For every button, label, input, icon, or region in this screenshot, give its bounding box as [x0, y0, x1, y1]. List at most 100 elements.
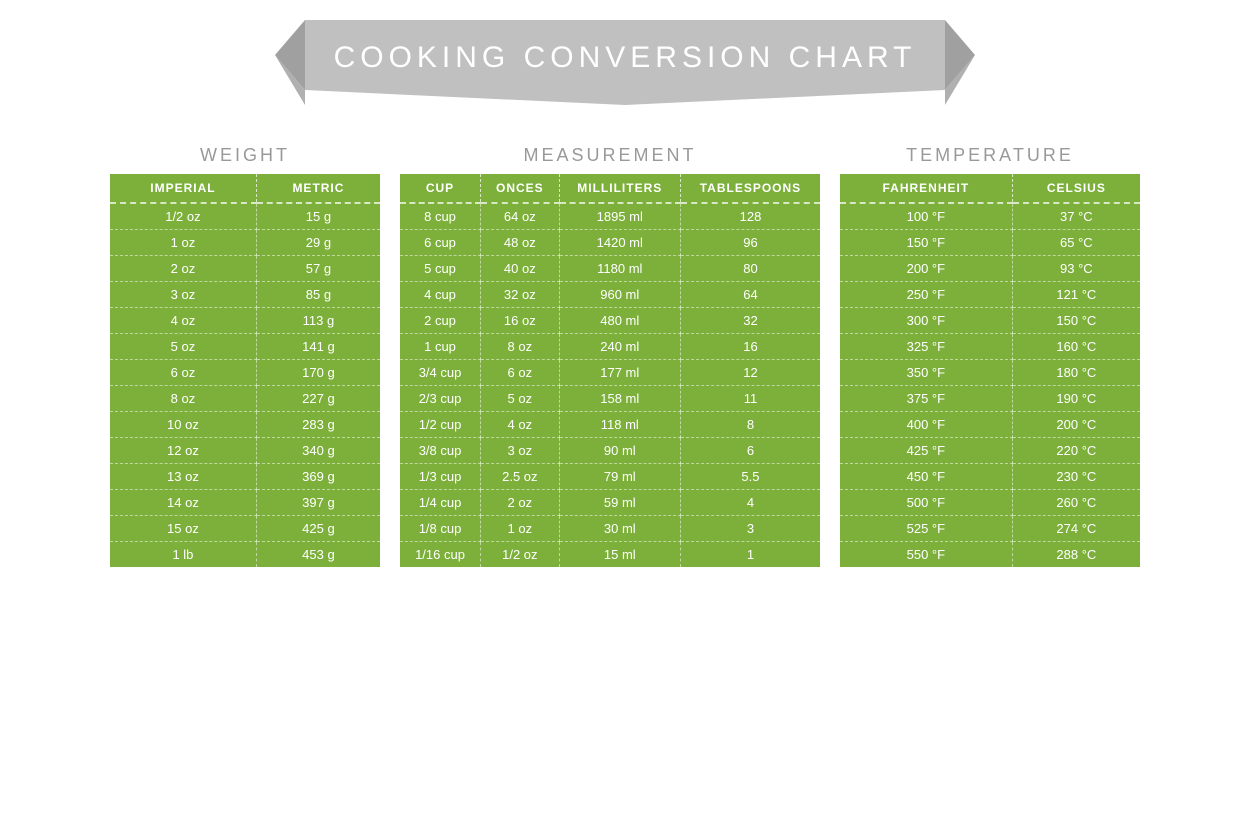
meas-oz: 16 oz: [481, 308, 560, 334]
temp-celsius: 37 °C: [1012, 203, 1140, 230]
weight-imperial: 15 oz: [110, 516, 256, 542]
weight-metric: 425 g: [256, 516, 380, 542]
temp-fahrenheit: 100 °F: [840, 203, 1012, 230]
meas-oz: 64 oz: [481, 203, 560, 230]
table-row: 5 cup 40 oz 1180 ml 80: [400, 256, 820, 282]
table-row: 2 cup 16 oz 480 ml 32: [400, 308, 820, 334]
weight-metric: 397 g: [256, 490, 380, 516]
temp-celsius: 93 °C: [1012, 256, 1140, 282]
table-row: 300 °F 150 °C: [840, 308, 1140, 334]
temp-celsius: 190 °C: [1012, 386, 1140, 412]
table-row: 150 °F 65 °C: [840, 230, 1140, 256]
meas-tbsp: 64: [680, 282, 820, 308]
meas-cup: 2 cup: [400, 308, 481, 334]
table-row: 1/2 oz 15 g: [110, 203, 380, 230]
meas-cup: 1/2 cup: [400, 412, 481, 438]
meas-col1-header: CUP: [400, 174, 481, 203]
meas-tbsp: 32: [680, 308, 820, 334]
table-row: 3/8 cup 3 oz 90 ml 6: [400, 438, 820, 464]
measurement-title: MEASUREMENT: [400, 145, 820, 166]
section-weight: WEIGHT IMPERIAL METRIC 1/2 oz 15 g 1 oz …: [110, 145, 380, 567]
weight-metric: 283 g: [256, 412, 380, 438]
weight-metric: 170 g: [256, 360, 380, 386]
measurement-table: CUP ONCES MILLILITERS TABLESPOONS 8 cup …: [400, 174, 820, 567]
weight-imperial: 6 oz: [110, 360, 256, 386]
meas-tbsp: 80: [680, 256, 820, 282]
weight-title: WEIGHT: [110, 145, 380, 166]
weight-metric: 15 g: [256, 203, 380, 230]
table-row: 1/16 cup 1/2 oz 15 ml 1: [400, 542, 820, 568]
temp-fahrenheit: 325 °F: [840, 334, 1012, 360]
meas-ml: 59 ml: [559, 490, 680, 516]
temp-celsius: 200 °C: [1012, 412, 1140, 438]
temp-fahrenheit: 500 °F: [840, 490, 1012, 516]
table-row: 13 oz 369 g: [110, 464, 380, 490]
temp-celsius: 288 °C: [1012, 542, 1140, 568]
meas-oz: 3 oz: [481, 438, 560, 464]
table-row: 6 oz 170 g: [110, 360, 380, 386]
temp-fahrenheit: 450 °F: [840, 464, 1012, 490]
table-row: 200 °F 93 °C: [840, 256, 1140, 282]
weight-imperial: 8 oz: [110, 386, 256, 412]
meas-ml: 90 ml: [559, 438, 680, 464]
temp-celsius: 230 °C: [1012, 464, 1140, 490]
weight-imperial: 1 oz: [110, 230, 256, 256]
weight-metric: 369 g: [256, 464, 380, 490]
table-row: 325 °F 160 °C: [840, 334, 1140, 360]
temp-col1-header: FAHRENHEIT: [840, 174, 1012, 203]
meas-tbsp: 1: [680, 542, 820, 568]
table-row: 14 oz 397 g: [110, 490, 380, 516]
meas-oz: 5 oz: [481, 386, 560, 412]
weight-metric: 340 g: [256, 438, 380, 464]
meas-col4-header: TABLESPOONS: [680, 174, 820, 203]
meas-ml: 118 ml: [559, 412, 680, 438]
meas-oz: 2 oz: [481, 490, 560, 516]
weight-imperial: 10 oz: [110, 412, 256, 438]
temp-celsius: 65 °C: [1012, 230, 1140, 256]
weight-imperial: 13 oz: [110, 464, 256, 490]
meas-tbsp: 8: [680, 412, 820, 438]
meas-ml: 177 ml: [559, 360, 680, 386]
meas-cup: 1/4 cup: [400, 490, 481, 516]
main-content: WEIGHT IMPERIAL METRIC 1/2 oz 15 g 1 oz …: [25, 145, 1225, 567]
temp-celsius: 160 °C: [1012, 334, 1140, 360]
meas-tbsp: 6: [680, 438, 820, 464]
table-row: 8 oz 227 g: [110, 386, 380, 412]
weight-table: IMPERIAL METRIC 1/2 oz 15 g 1 oz 29 g 2 …: [110, 174, 380, 567]
meas-oz: 32 oz: [481, 282, 560, 308]
temp-fahrenheit: 350 °F: [840, 360, 1012, 386]
temp-celsius: 121 °C: [1012, 282, 1140, 308]
weight-col1-header: IMPERIAL: [110, 174, 256, 203]
meas-cup: 1 cup: [400, 334, 481, 360]
table-row: 1/8 cup 1 oz 30 ml 3: [400, 516, 820, 542]
section-measurement: MEASUREMENT CUP ONCES MILLILITERS TABLES…: [400, 145, 820, 567]
table-row: 2/3 cup 5 oz 158 ml 11: [400, 386, 820, 412]
table-row: 1 cup 8 oz 240 ml 16: [400, 334, 820, 360]
meas-ml: 79 ml: [559, 464, 680, 490]
table-row: 350 °F 180 °C: [840, 360, 1140, 386]
table-row: 1/2 cup 4 oz 118 ml 8: [400, 412, 820, 438]
weight-metric: 57 g: [256, 256, 380, 282]
temp-celsius: 274 °C: [1012, 516, 1140, 542]
table-row: 3 oz 85 g: [110, 282, 380, 308]
meas-oz: 1/2 oz: [481, 542, 560, 568]
weight-metric: 85 g: [256, 282, 380, 308]
table-row: 1 oz 29 g: [110, 230, 380, 256]
meas-ml: 158 ml: [559, 386, 680, 412]
temp-fahrenheit: 550 °F: [840, 542, 1012, 568]
weight-imperial: 1/2 oz: [110, 203, 256, 230]
meas-ml: 30 ml: [559, 516, 680, 542]
meas-ml: 240 ml: [559, 334, 680, 360]
meas-cup: 3/8 cup: [400, 438, 481, 464]
meas-tbsp: 11: [680, 386, 820, 412]
temp-fahrenheit: 150 °F: [840, 230, 1012, 256]
weight-imperial: 2 oz: [110, 256, 256, 282]
weight-imperial: 3 oz: [110, 282, 256, 308]
meas-oz: 8 oz: [481, 334, 560, 360]
table-row: 6 cup 48 oz 1420 ml 96: [400, 230, 820, 256]
weight-imperial: 4 oz: [110, 308, 256, 334]
table-row: 4 oz 113 g: [110, 308, 380, 334]
meas-cup: 1/8 cup: [400, 516, 481, 542]
meas-oz: 4 oz: [481, 412, 560, 438]
table-row: 2 oz 57 g: [110, 256, 380, 282]
